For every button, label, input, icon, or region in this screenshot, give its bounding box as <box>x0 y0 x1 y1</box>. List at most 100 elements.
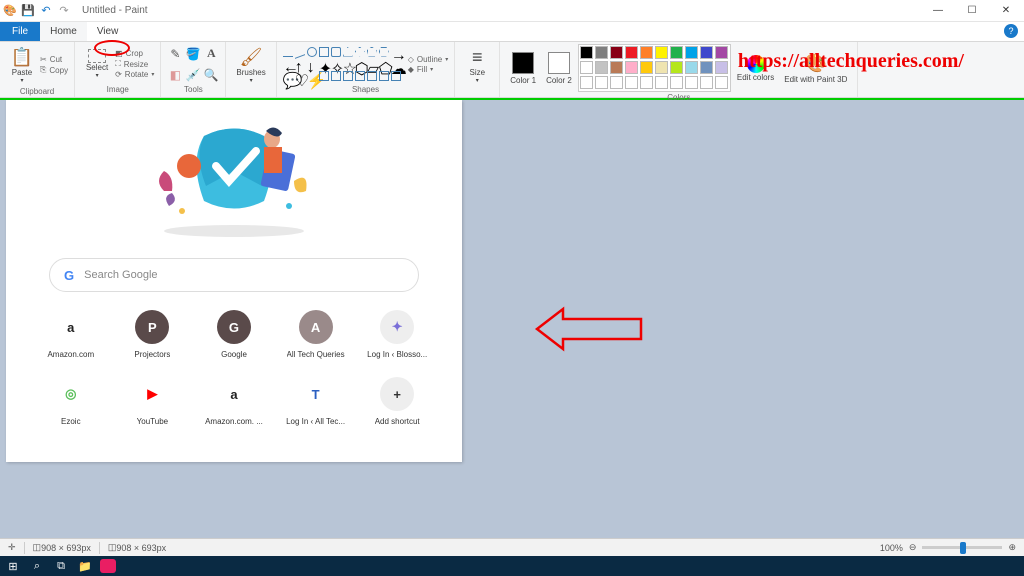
color-swatch[interactable] <box>625 61 638 74</box>
copy-button[interactable]: ⎘Copy <box>40 65 68 75</box>
minimize-button[interactable]: ― <box>930 5 946 16</box>
tile-label: Log In ‹ All Tec... <box>286 417 345 426</box>
cursor-pos-icon: ✛ <box>8 542 16 553</box>
eraser-tool[interactable]: ◧ <box>167 67 183 83</box>
help-icon[interactable]: ? <box>1004 24 1018 38</box>
image-group-label: Image <box>107 84 129 95</box>
color-swatch[interactable] <box>700 61 713 74</box>
color-swatch[interactable] <box>685 61 698 74</box>
color-swatch[interactable] <box>655 46 668 59</box>
color-swatch[interactable] <box>685 46 698 59</box>
color-swatch[interactable] <box>700 76 713 89</box>
app-taskbar-icon[interactable] <box>100 559 116 573</box>
crop-button[interactable]: ◩Crop <box>115 49 154 58</box>
color-swatch[interactable] <box>715 76 728 89</box>
tile-label: YouTube <box>137 417 168 426</box>
color-swatch[interactable] <box>685 76 698 89</box>
pencil-tool[interactable]: ✎ <box>167 46 183 62</box>
color2-button[interactable]: Color 2 <box>542 50 576 87</box>
color-swatch[interactable] <box>595 61 608 74</box>
tile-icon: G <box>217 310 251 344</box>
task-view-icon[interactable]: ⧉ <box>52 558 70 574</box>
maximize-button[interactable]: ☐ <box>964 5 980 16</box>
zoom-out-button[interactable]: ⊖ <box>909 542 917 553</box>
shape-fill-button[interactable]: ◆Fill ▾ <box>408 65 449 74</box>
resize-button[interactable]: ⛶Resize <box>115 59 154 69</box>
explorer-taskbar-icon[interactable]: 📁 <box>76 558 94 574</box>
shortcut-tile[interactable]: PProjectors <box>112 310 194 359</box>
selection-size: 908 × 693px <box>41 543 91 553</box>
start-button[interactable]: ⊞ <box>4 558 22 574</box>
tile-icon: T <box>299 377 333 411</box>
color-swatch[interactable] <box>715 61 728 74</box>
save-icon[interactable]: 💾 <box>20 3 36 19</box>
window-title: Untitled - Paint <box>82 5 148 16</box>
paste-button[interactable]: 📋Paste▾ <box>6 44 38 86</box>
brushes-button[interactable]: 🖌Brushes▾ <box>232 44 269 86</box>
picker-tool[interactable]: 💉 <box>185 67 201 83</box>
color-palette[interactable] <box>578 44 731 92</box>
color-swatch[interactable] <box>580 46 593 59</box>
shortcut-tile[interactable]: aAmazon.com <box>30 310 112 359</box>
color-swatch[interactable] <box>640 61 653 74</box>
rotate-button[interactable]: ⟳Rotate ▾ <box>115 70 154 79</box>
color-swatch[interactable] <box>700 46 713 59</box>
google-logo-icon: G <box>64 268 74 283</box>
close-button[interactable]: ✕ <box>998 5 1014 16</box>
color-swatch[interactable] <box>595 76 608 89</box>
search-input[interactable]: G Search Google <box>49 258 419 292</box>
canvas-size: 908 × 693px <box>116 543 166 553</box>
tile-icon: ▶ <box>135 377 169 411</box>
color-swatch[interactable] <box>670 61 683 74</box>
image-canvas[interactable]: G Search Google aAmazon.comPProjectorsGG… <box>6 100 462 462</box>
file-tab[interactable]: File <box>0 22 40 41</box>
shortcut-tile[interactable]: aAmazon.com. ... <box>193 377 275 426</box>
color1-button[interactable]: Color 1 <box>506 50 540 87</box>
color-swatch[interactable] <box>625 76 638 89</box>
color-swatch[interactable] <box>670 46 683 59</box>
shortcut-tile[interactable]: ▶ YouTube <box>112 377 194 426</box>
windows-taskbar[interactable]: ⊞ ⌕ ⧉ 📁 <box>0 556 1024 576</box>
select-button[interactable]: Select▾ <box>81 47 113 81</box>
shape-outline-button[interactable]: ◇Outline ▾ <box>408 55 449 64</box>
color-swatch[interactable] <box>595 46 608 59</box>
text-tool[interactable]: A <box>203 46 219 62</box>
color-swatch[interactable] <box>580 76 593 89</box>
redo-icon[interactable]: ↷ <box>56 3 72 19</box>
zoom-tool[interactable]: 🔍 <box>203 67 219 83</box>
color-swatch[interactable] <box>670 76 683 89</box>
undo-icon[interactable]: ↶ <box>38 3 54 19</box>
color-swatch[interactable] <box>610 76 623 89</box>
zoom-slider[interactable] <box>922 546 1002 549</box>
clipboard-group-label: Clipboard <box>20 86 54 97</box>
search-placeholder: Search Google <box>84 269 157 281</box>
tile-label: Log In ‹ Blosso... <box>367 350 427 359</box>
cut-button[interactable]: ✂Cut <box>40 55 68 64</box>
tile-label: Ezoic <box>61 417 81 426</box>
tile-label: All Tech Queries <box>287 350 345 359</box>
shortcut-tile[interactable]: AAll Tech Queries <box>275 310 357 359</box>
color-swatch[interactable] <box>610 61 623 74</box>
home-tab[interactable]: Home <box>40 22 87 41</box>
color-swatch[interactable] <box>610 46 623 59</box>
color-swatch[interactable] <box>715 46 728 59</box>
shortcut-tile[interactable]: +Add shortcut <box>356 377 438 426</box>
shortcut-tile[interactable]: T Log In ‹ All Tec... <box>275 377 357 426</box>
shortcut-tile[interactable]: ◎ Ezoic <box>30 377 112 426</box>
color-swatch[interactable] <box>640 76 653 89</box>
zoom-in-button[interactable]: ⊕ <box>1008 542 1016 553</box>
view-tab[interactable]: View <box>87 22 129 41</box>
search-taskbar-icon[interactable]: ⌕ <box>28 558 46 574</box>
shortcut-tile[interactable]: ✦Log In ‹ Blosso... <box>356 310 438 359</box>
fill-tool[interactable]: 🪣 <box>185 46 201 62</box>
canvas-workspace[interactable]: G Search Google aAmazon.comPProjectorsGG… <box>0 100 1024 542</box>
color-swatch[interactable] <box>580 61 593 74</box>
shapes-gallery[interactable]: → ←↑↓✦✧☆⬡▱⬠☁ 💬♡⚡ <box>283 47 402 82</box>
color-swatch[interactable] <box>625 46 638 59</box>
tile-icon: ◎ <box>54 377 88 411</box>
size-button[interactable]: ≡Size▾ <box>461 44 493 86</box>
color-swatch[interactable] <box>640 46 653 59</box>
color-swatch[interactable] <box>655 76 668 89</box>
shortcut-tile[interactable]: GGoogle <box>193 310 275 359</box>
color-swatch[interactable] <box>655 61 668 74</box>
